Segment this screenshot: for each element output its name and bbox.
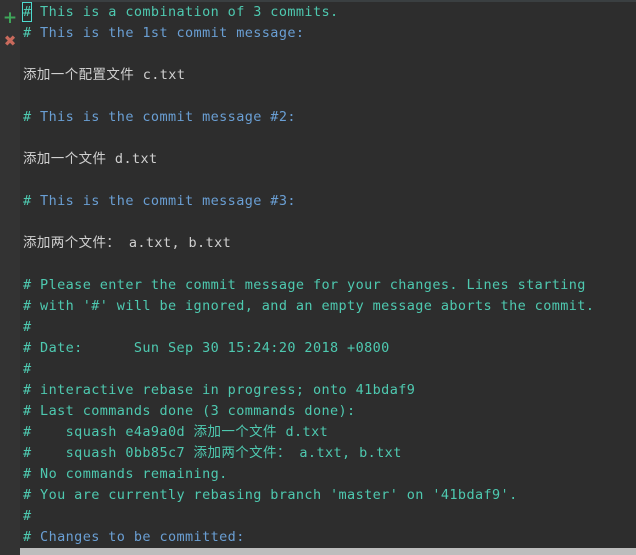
comment-hash: #: [23, 340, 32, 356]
comment-hash: #: [23, 445, 32, 461]
editor-line[interactable]: #: [20, 317, 636, 338]
comment-hash: #: [23, 319, 32, 335]
comment-hash: #: [23, 277, 32, 293]
editor-line-text: No commands remaining.: [31, 466, 228, 482]
editor-text-area[interactable]: # This is a combination of 3 commits. # T…: [20, 0, 636, 555]
comment-hash: #: [23, 4, 32, 20]
editor-line[interactable]: # interactive rebase in progress; onto 4…: [20, 380, 636, 401]
editor-line[interactable]: # No commands remaining.: [20, 464, 636, 485]
editor-line[interactable]: # This is the 1st commit message:: [20, 23, 636, 44]
editor-line-text: Last commands done (3 commands done):: [31, 403, 356, 419]
comment-hash: #: [23, 193, 32, 209]
plus-icon[interactable]: +: [2, 10, 18, 27]
comment-hash: #: [23, 403, 32, 419]
comment-hash: #: [23, 25, 32, 41]
comment-hash: #: [23, 361, 32, 377]
editor-line[interactable]: # Date: Sun Sep 30 15:24:20 2018 +0800: [20, 338, 636, 359]
editor-line[interactable]: 添加一个文件 d.txt: [20, 149, 636, 170]
editor-line[interactable]: [20, 212, 636, 233]
editor-line-text: 添加一个配置文件 c.txt: [23, 67, 186, 83]
editor-line-text: interactive rebase in progress; onto 41b…: [31, 382, 416, 398]
editor-line-text: This is the commit message #3:: [31, 193, 296, 209]
editor-line[interactable]: [20, 86, 636, 107]
comment-hash: #: [23, 298, 32, 314]
editor-line-text: Date: Sun Sep 30 15:24:20 2018 +0800: [31, 340, 390, 356]
comment-hash: #: [23, 109, 32, 125]
editor-line[interactable]: # Please enter the commit message for yo…: [20, 275, 636, 296]
editor-line[interactable]: #: [20, 359, 636, 380]
editor-line[interactable]: # Changes to be committed:: [20, 527, 636, 548]
editor-line-text: You are currently rebasing branch 'maste…: [31, 487, 518, 503]
editor-line-text: Changes to be committed:: [31, 529, 245, 545]
editor-line-text: with '#' will be ignored, and an empty m…: [31, 298, 595, 314]
editor-line[interactable]: # squash e4a9a0d 添加一个文件 d.txt: [20, 422, 636, 443]
editor-line[interactable]: # You are currently rebasing branch 'mas…: [20, 485, 636, 506]
editor-line-text: This is the 1st commit message:: [31, 25, 305, 41]
editor-line-text: Please enter the commit message for your…: [31, 277, 586, 293]
editor-line-text: 添加一个文件 d.txt: [23, 151, 158, 167]
editor-line[interactable]: [20, 128, 636, 149]
editor-line[interactable]: 添加两个文件： a.txt, b.txt: [20, 233, 636, 254]
comment-hash: #: [23, 508, 32, 524]
editor-line[interactable]: [20, 170, 636, 191]
editor-line-text: This is a combination of 3 commits.: [31, 4, 339, 20]
status-bar: [20, 548, 636, 555]
editor-line-text: squash 0bb85c7 添加两个文件： a.txt, b.txt: [31, 445, 402, 461]
comment-hash: #: [23, 487, 32, 503]
editor-line[interactable]: # This is the commit message #2:: [20, 107, 636, 128]
editor-line[interactable]: 添加一个配置文件 c.txt: [20, 65, 636, 86]
editor-line[interactable]: [20, 44, 636, 65]
editor-window: + ✖ # This is a combination of 3 commits…: [0, 0, 636, 555]
editor-line-text: This is the commit message #2:: [31, 109, 296, 125]
comment-hash: #: [23, 424, 32, 440]
cross-icon[interactable]: ✖: [2, 33, 18, 49]
comment-hash: #: [23, 466, 32, 482]
editor-line[interactable]: # with '#' will be ignored, and an empty…: [20, 296, 636, 317]
editor-line[interactable]: # This is the commit message #3:: [20, 191, 636, 212]
editor-line[interactable]: #: [20, 506, 636, 527]
editor-line[interactable]: [20, 254, 636, 275]
editor-gutter[interactable]: + ✖: [0, 0, 20, 555]
editor-line-text: 添加两个文件： a.txt, b.txt: [23, 235, 232, 251]
editor-line-text: squash e4a9a0d 添加一个文件 d.txt: [31, 424, 329, 440]
comment-hash: #: [23, 529, 32, 545]
editor-line[interactable]: # squash 0bb85c7 添加两个文件： a.txt, b.txt: [20, 443, 636, 464]
comment-hash: #: [23, 382, 32, 398]
editor-line[interactable]: # This is a combination of 3 commits.: [20, 2, 636, 23]
editor-line[interactable]: # Last commands done (3 commands done):: [20, 401, 636, 422]
